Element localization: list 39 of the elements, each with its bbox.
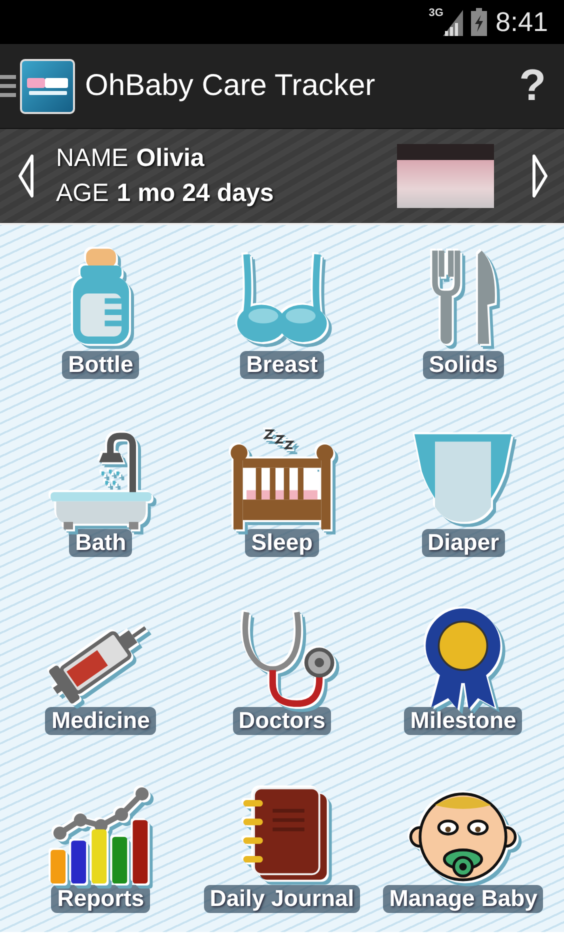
battery-charging-icon [471, 8, 488, 36]
menu-tile[interactable]: Sleep [191, 423, 373, 601]
tile-label: Diaper [422, 529, 506, 557]
signal-icon [443, 10, 464, 36]
tile-label: Doctors [232, 707, 332, 735]
menu-tile[interactable]: Doctors [191, 601, 373, 779]
tile-label: Sleep [245, 529, 319, 557]
tile-label: Manage Baby [383, 885, 544, 913]
help-button[interactable]: ? [501, 61, 564, 111]
app-title: OhBaby Care Tracker [85, 69, 376, 103]
menu-tile[interactable]: Breast [191, 245, 373, 423]
tile-label: Solids [422, 351, 504, 379]
menu-tile[interactable]: Reports [10, 779, 192, 932]
menu-icon[interactable] [0, 73, 16, 99]
tile-label: Bath [69, 529, 132, 557]
name-label: NAME [56, 144, 128, 173]
tile-label: Reports [51, 885, 150, 913]
tile-label: Milestone [404, 707, 522, 735]
tile-label: Bottle [62, 351, 140, 379]
menu-tile[interactable]: Medicine [10, 601, 192, 779]
baby-age: 1 mo 24 days [116, 179, 274, 208]
age-label: AGE [56, 179, 109, 208]
menu-tile[interactable]: Bath [10, 423, 192, 601]
photo-placeholder[interactable] [397, 144, 494, 208]
network-type: 3G [428, 8, 444, 19]
tile-label: Daily Journal [204, 885, 360, 913]
menu-tile[interactable]: Milestone [372, 601, 554, 779]
next-baby-arrow-icon[interactable] [532, 154, 548, 198]
tile-label: Medicine [45, 707, 156, 735]
menu-tile[interactable]: Diaper [372, 423, 554, 601]
menu-tile[interactable]: Manage Baby [372, 779, 554, 932]
menu-tile[interactable]: Solids [372, 245, 554, 423]
menu-tile[interactable]: Bottle [10, 245, 192, 423]
baby-name: Olivia [136, 144, 204, 173]
clock-time: 8:41 [495, 6, 548, 38]
menu-tile[interactable]: Daily Journal [191, 779, 373, 932]
tile-label: Breast [240, 351, 324, 379]
app-logo-icon[interactable] [20, 58, 75, 114]
previous-baby-arrow-icon[interactable] [18, 154, 34, 198]
